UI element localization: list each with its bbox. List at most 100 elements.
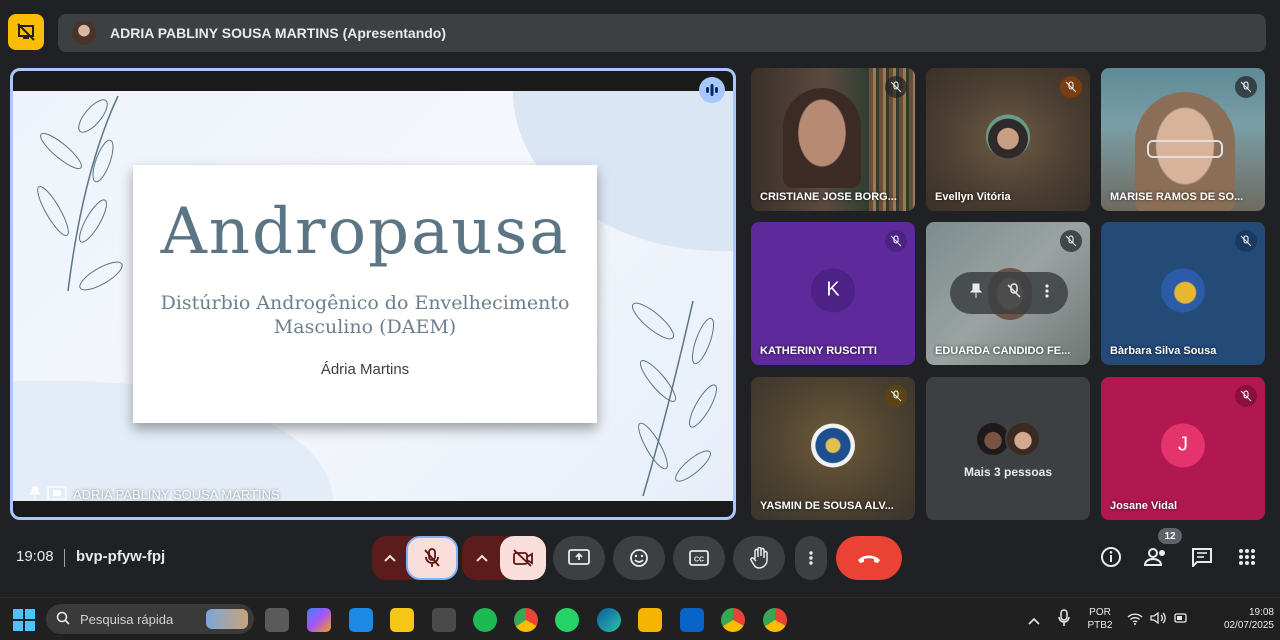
slide-card: Andropausa Distúrbio Androgênico do Enve… bbox=[133, 165, 597, 423]
keyboard-layout: PTB2 bbox=[1087, 620, 1113, 631]
mic-off-icon bbox=[885, 230, 907, 252]
taskbar-clock[interactable]: 19:08 02/07/2025 bbox=[1200, 606, 1274, 632]
divider bbox=[64, 549, 65, 567]
chrome-profile-icon[interactable] bbox=[763, 608, 787, 632]
file-explorer-icon[interactable] bbox=[638, 608, 662, 632]
search-placeholder: Pesquisa rápida bbox=[80, 611, 174, 627]
participant-count-badge: 12 bbox=[1158, 528, 1182, 544]
participant-tile[interactable]: YASMIN DE SOUSA ALV... bbox=[751, 377, 915, 520]
participant-tile[interactable]: J Josane Vidal bbox=[1101, 377, 1265, 520]
meeting-details-button[interactable] bbox=[1098, 544, 1124, 570]
mic-off-icon bbox=[885, 385, 907, 407]
activities-button[interactable] bbox=[1234, 544, 1260, 570]
slide-subtitle: Distúrbio Androgênico do Envelhecimento … bbox=[143, 291, 587, 339]
participant-name: KATHERINY RUSCITTI bbox=[760, 345, 877, 357]
participant-tile[interactable]: Bàrbara Silva Sousa bbox=[1101, 222, 1265, 365]
participant-name: EDUARDA CANDIDO FE... bbox=[935, 345, 1071, 357]
taskbar-search[interactable]: Pesquisa rápida bbox=[46, 604, 254, 634]
sticky-notes-icon[interactable] bbox=[390, 608, 414, 632]
wifi-icon[interactable] bbox=[1127, 612, 1143, 630]
more-participants-label: Mais 3 pessoas bbox=[963, 465, 1053, 479]
notepad-icon[interactable] bbox=[349, 608, 373, 632]
mic-off-icon bbox=[1060, 76, 1082, 98]
info-icon bbox=[1101, 547, 1121, 567]
chrome-icon[interactable] bbox=[514, 608, 538, 632]
hand-icon bbox=[750, 547, 768, 569]
participant-tile[interactable]: CRISTIANE JOSE BORG... bbox=[751, 68, 915, 211]
captions-button[interactable]: CC bbox=[673, 536, 725, 580]
mic-off-icon bbox=[1235, 230, 1257, 252]
mic-off-icon bbox=[885, 76, 907, 98]
input-language[interactable]: POR PTB2 bbox=[1084, 606, 1116, 632]
edge-icon[interactable] bbox=[597, 608, 621, 632]
chat-button[interactable] bbox=[1189, 544, 1215, 570]
meeting-code: bvp-pfyw-fpj bbox=[76, 548, 166, 565]
pin-icon[interactable] bbox=[28, 486, 42, 503]
chevron-up-icon[interactable] bbox=[1028, 612, 1040, 630]
mic-off-icon bbox=[1060, 230, 1082, 252]
people-button[interactable] bbox=[1143, 544, 1169, 570]
participant-name: Evellyn Vitória bbox=[935, 191, 1011, 203]
participant-tile[interactable]: EDUARDA CANDIDO FE... bbox=[926, 222, 1090, 365]
captions-icon: CC bbox=[689, 550, 709, 566]
camera-options-chevron-icon[interactable] bbox=[476, 549, 488, 567]
avatar: J bbox=[1161, 422, 1205, 467]
presenter-banner[interactable]: ADRIA PABLINY SOUSA MARTINS (Apresentand… bbox=[58, 14, 1266, 52]
tile-hover-controls bbox=[950, 272, 1068, 314]
more-options-icon[interactable] bbox=[1045, 283, 1049, 304]
emoji-icon bbox=[630, 549, 648, 567]
presenter-name: ADRIA PABLINY SOUSA MARTINS bbox=[73, 487, 280, 502]
participant-tile[interactable]: Evellyn Vitória bbox=[926, 68, 1090, 211]
more-options-button[interactable] bbox=[795, 536, 827, 580]
reactions-button[interactable] bbox=[613, 536, 665, 580]
avatar: K bbox=[811, 267, 855, 312]
mute-participant-icon[interactable] bbox=[1006, 282, 1022, 304]
slide-title: Andropausa bbox=[160, 195, 570, 269]
presenter-label: ADRIA PABLINY SOUSA MARTINS (Apresentand… bbox=[110, 25, 447, 41]
pin-icon[interactable] bbox=[969, 283, 983, 304]
camera-app-icon[interactable] bbox=[265, 608, 289, 632]
svg-text:CC: CC bbox=[694, 557, 704, 564]
end-call-button[interactable] bbox=[836, 536, 902, 580]
avatar bbox=[986, 113, 1030, 158]
glasses-shape bbox=[1147, 140, 1223, 158]
participant-video bbox=[783, 88, 861, 188]
participant-name: Bàrbara Silva Sousa bbox=[1110, 345, 1217, 357]
more-participants-tile[interactable]: Mais 3 pessoas bbox=[926, 377, 1090, 520]
more-vert-icon bbox=[809, 551, 813, 565]
screen-share-icon bbox=[47, 486, 67, 503]
participant-tile[interactable]: MARISE RAMOS DE SO... bbox=[1101, 68, 1265, 211]
leaf-decoration bbox=[631, 300, 717, 497]
volume-icon[interactable] bbox=[1150, 611, 1166, 630]
audio-level-icon bbox=[699, 77, 725, 103]
copilot-icon[interactable] bbox=[307, 608, 331, 632]
windows-start-icon[interactable] bbox=[12, 608, 36, 632]
outlook-icon[interactable] bbox=[680, 608, 704, 632]
participant-name: Josane Vidal bbox=[1110, 500, 1178, 512]
taskbar-date: 02/07/2025 bbox=[1223, 620, 1274, 631]
spotify-icon[interactable] bbox=[473, 608, 497, 632]
chrome-profile-icon[interactable] bbox=[721, 608, 745, 632]
calculator-icon[interactable] bbox=[432, 608, 456, 632]
presentation-stage[interactable]: Andropausa Distúrbio Androgênico do Enve… bbox=[10, 68, 736, 520]
meeting-time: 19:08 bbox=[16, 548, 54, 565]
slide-author: Ádria Martins bbox=[320, 361, 410, 378]
participant-tile[interactable]: K KATHERINY RUSCITTI bbox=[751, 222, 915, 365]
search-highlight-icon bbox=[206, 609, 248, 629]
mic-toggle-button[interactable] bbox=[406, 536, 458, 580]
microphone-icon[interactable] bbox=[1058, 609, 1070, 632]
presentation-icon[interactable] bbox=[8, 14, 44, 50]
whatsapp-icon[interactable] bbox=[555, 608, 579, 632]
avatar bbox=[1161, 267, 1205, 312]
mic-options-chevron-icon[interactable] bbox=[384, 549, 396, 567]
participant-name: CRISTIANE JOSE BORG... bbox=[760, 191, 897, 203]
battery-icon[interactable] bbox=[1173, 610, 1189, 631]
raise-hand-button[interactable] bbox=[733, 536, 785, 580]
apps-grid-icon bbox=[1239, 549, 1255, 565]
camera-toggle-button[interactable] bbox=[500, 536, 546, 580]
mic-control-group bbox=[372, 536, 458, 580]
camera-control-group bbox=[462, 536, 546, 580]
participant-name: MARISE RAMOS DE SO... bbox=[1110, 191, 1244, 203]
present-screen-button[interactable] bbox=[553, 536, 605, 580]
slide: Andropausa Distúrbio Androgênico do Enve… bbox=[13, 91, 733, 501]
